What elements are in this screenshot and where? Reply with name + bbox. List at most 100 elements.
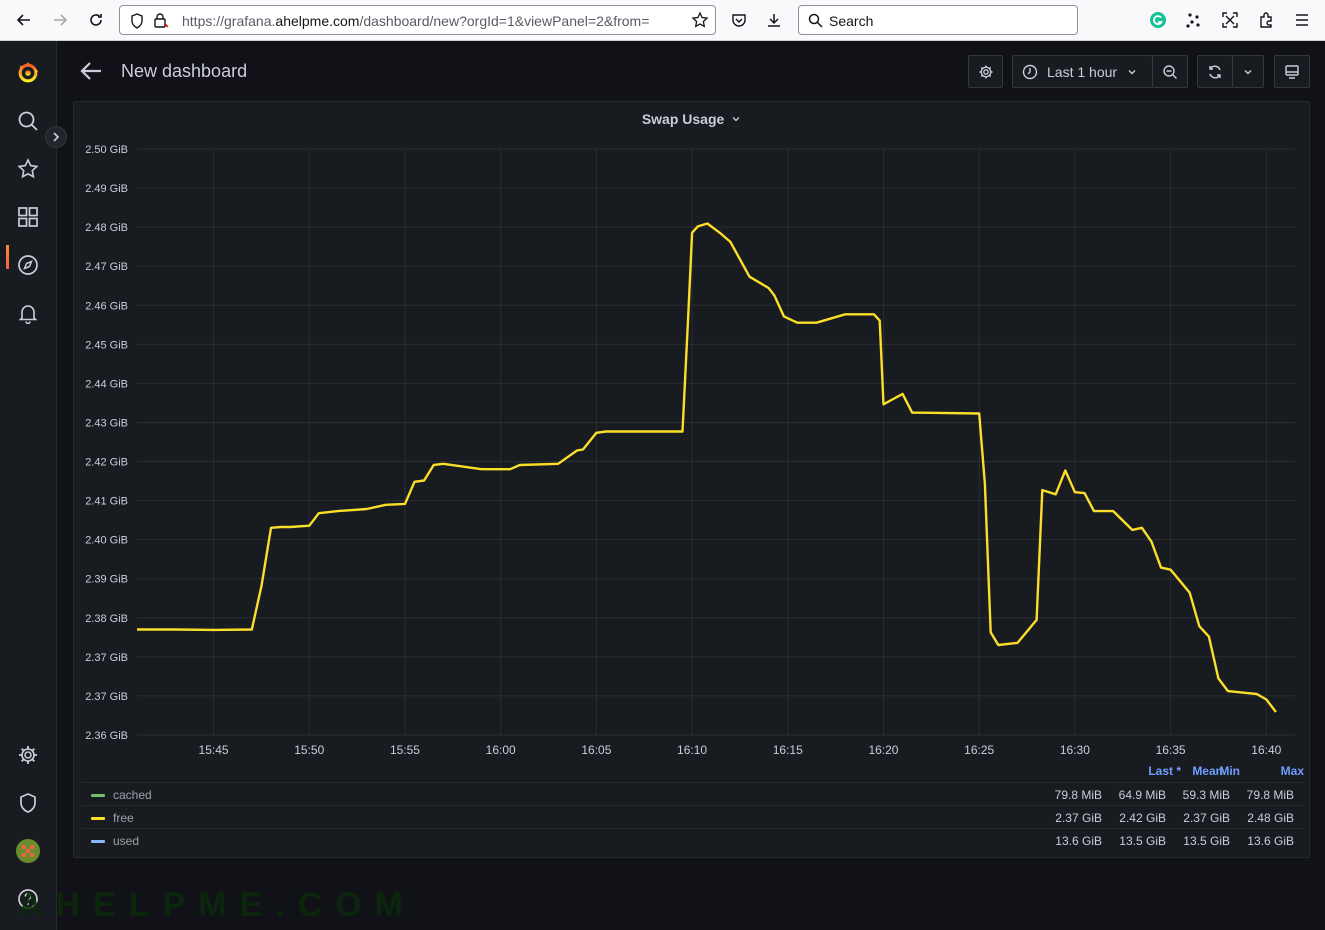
x-tick-label: 16:20 xyxy=(868,743,898,757)
y-tick-label: 2.48 GiB xyxy=(85,222,128,234)
legend-series-name[interactable]: used xyxy=(113,834,139,848)
refresh-icon xyxy=(1209,65,1221,78)
swap-usage-chart[interactable]: 2.36 GiB 2.37 GiB 2.37 GiB 2.38 GiB 2.39 GiB… xyxy=(74,102,1311,767)
x-tick-label: 16:15 xyxy=(773,743,803,757)
grafana-logo-icon[interactable] xyxy=(16,61,40,85)
legend-value: 79.8 MiB xyxy=(1054,788,1102,802)
search-input[interactable]: Search xyxy=(798,5,1078,35)
explore-compass-icon[interactable] xyxy=(16,253,40,277)
forward-arrow-icon[interactable] xyxy=(47,8,73,32)
back-arrow-icon[interactable] xyxy=(80,61,102,86)
tv-mode-button[interactable] xyxy=(1274,55,1310,88)
legend-value: 2.48 GiB xyxy=(1247,811,1294,825)
legend-series-name[interactable]: free xyxy=(113,811,134,825)
legend-value: 13.5 GiB xyxy=(1119,834,1166,848)
x-tick-label: 16:25 xyxy=(964,743,994,757)
url-text: https://grafana.ahelpme.com/dashboard/ne… xyxy=(182,13,650,29)
y-tick-label: 2.37 GiB xyxy=(85,691,128,703)
x-tick-label: 15:50 xyxy=(294,743,324,757)
expand-sidebar-button[interactable] xyxy=(45,126,67,148)
legend-swatch xyxy=(91,794,105,797)
x-tick-label: 16:35 xyxy=(1156,743,1186,757)
dashboard-header: New dashboard Last 1 hour xyxy=(58,41,1325,101)
reload-icon[interactable] xyxy=(83,8,109,32)
time-range-label: Last 1 hour xyxy=(1047,63,1118,80)
dashboards-icon[interactable] xyxy=(16,205,40,229)
legend-series-name[interactable]: cached xyxy=(113,788,152,802)
legend-swatch xyxy=(91,817,105,820)
bookmark-star-icon[interactable] xyxy=(687,8,713,32)
clock-icon xyxy=(1022,64,1038,79)
star-icon[interactable] xyxy=(16,157,40,181)
legend-col-min[interactable]: Min xyxy=(1219,764,1240,778)
alerting-bell-icon[interactable] xyxy=(16,301,40,325)
dashboard-settings-button[interactable] xyxy=(968,55,1003,88)
refresh-button[interactable] xyxy=(1197,55,1233,88)
gear-icon[interactable] xyxy=(16,743,40,767)
refresh-interval-dropdown[interactable] xyxy=(1232,55,1264,88)
sidebar xyxy=(0,41,67,930)
address-bar[interactable]: https://grafana.ahelpme.com/dashboard/ne… xyxy=(119,5,716,35)
zoom-out-button[interactable] xyxy=(1152,55,1188,88)
y-tick-label: 2.37 GiB xyxy=(85,652,128,664)
legend-col-last[interactable]: Last * xyxy=(1148,764,1181,778)
browser-toolbar: https://grafana.ahelpme.com/dashboard/ne… xyxy=(0,0,1325,41)
legend-value: 13.6 GiB xyxy=(1247,834,1294,848)
zoom-out-icon xyxy=(1163,64,1177,79)
shield-icon[interactable] xyxy=(130,13,144,32)
legend-col-max[interactable]: Max xyxy=(1281,764,1304,778)
chevron-down-icon xyxy=(1128,69,1136,74)
y-tick-label: 2.50 GiB xyxy=(85,144,128,156)
y-tick-label: 2.45 GiB xyxy=(85,339,128,351)
grammarly-icon[interactable] xyxy=(1145,8,1171,32)
y-tick-label: 2.39 GiB xyxy=(85,574,128,586)
download-icon[interactable] xyxy=(761,8,787,32)
y-tick-label: 2.46 GiB xyxy=(85,300,128,312)
x-tick-label: 16:30 xyxy=(1060,743,1090,757)
avatar[interactable] xyxy=(16,839,40,863)
active-indicator xyxy=(6,245,9,269)
legend-value: 13.5 GiB xyxy=(1183,834,1230,848)
legend-value: 2.37 GiB xyxy=(1055,811,1102,825)
y-tick-label: 2.42 GiB xyxy=(85,457,128,469)
y-tick-label: 2.49 GiB xyxy=(85,183,128,195)
legend-row-cached[interactable]: cached 79.8 MiB 64.9 MiB 59.3 MiB 79.8 M… xyxy=(82,782,1304,805)
panel-swap-usage: Swap Usage 2.36 GiB 2.37 GiB 2.37 GiB 2.38 … xyxy=(73,101,1310,858)
gear-icon xyxy=(978,64,993,79)
legend-value: 59.3 MiB xyxy=(1182,788,1230,802)
y-tick-label: 2.43 GiB xyxy=(85,417,128,429)
y-tick-label: 2.36 GiB xyxy=(85,730,128,742)
x-tick-label: 16:40 xyxy=(1251,743,1281,757)
x-tick-label: 15:55 xyxy=(390,743,420,757)
legend-row-free[interactable]: free 2.37 GiB 2.42 GiB 2.37 GiB 2.48 GiB xyxy=(82,805,1304,828)
y-tick-label: 2.38 GiB xyxy=(85,613,128,625)
legend-value: 64.9 MiB xyxy=(1118,788,1166,802)
chevron-down-icon xyxy=(1244,69,1252,74)
lock-icon[interactable] xyxy=(153,12,169,32)
search-icon[interactable] xyxy=(16,109,40,133)
legend-swatch xyxy=(91,840,105,843)
hamburger-menu-icon[interactable] xyxy=(1289,8,1315,32)
watermark: AHELPME.COM xyxy=(18,886,416,924)
legend-header: Last * Mean Min Max xyxy=(82,764,1304,782)
shield-icon[interactable] xyxy=(16,791,40,815)
page-title: New dashboard xyxy=(121,61,248,81)
x-tick-label: 16:00 xyxy=(486,743,516,757)
extensions-icon[interactable] xyxy=(1253,8,1279,32)
screenshot-icon[interactable] xyxy=(1217,8,1243,32)
extension-dots-icon[interactable] xyxy=(1181,8,1207,32)
series-line-free xyxy=(137,222,1277,713)
search-icon xyxy=(808,13,823,31)
monitor-icon xyxy=(1285,64,1299,79)
time-range-picker[interactable]: Last 1 hour xyxy=(1012,55,1153,88)
legend-value: 79.8 MiB xyxy=(1246,788,1294,802)
legend-value: 13.6 GiB xyxy=(1055,834,1102,848)
legend-row-used[interactable]: used 13.6 GiB 13.5 GiB 13.5 GiB 13.6 GiB xyxy=(82,828,1304,851)
y-tick-label: 2.40 GiB xyxy=(85,535,128,547)
x-tick-label: 15:45 xyxy=(199,743,229,757)
y-tick-label: 2.44 GiB xyxy=(85,378,128,390)
pocket-icon[interactable] xyxy=(726,8,752,32)
y-tick-label: 2.47 GiB xyxy=(85,261,128,273)
back-arrow-icon[interactable] xyxy=(11,8,37,32)
legend-value: 2.42 GiB xyxy=(1119,811,1166,825)
